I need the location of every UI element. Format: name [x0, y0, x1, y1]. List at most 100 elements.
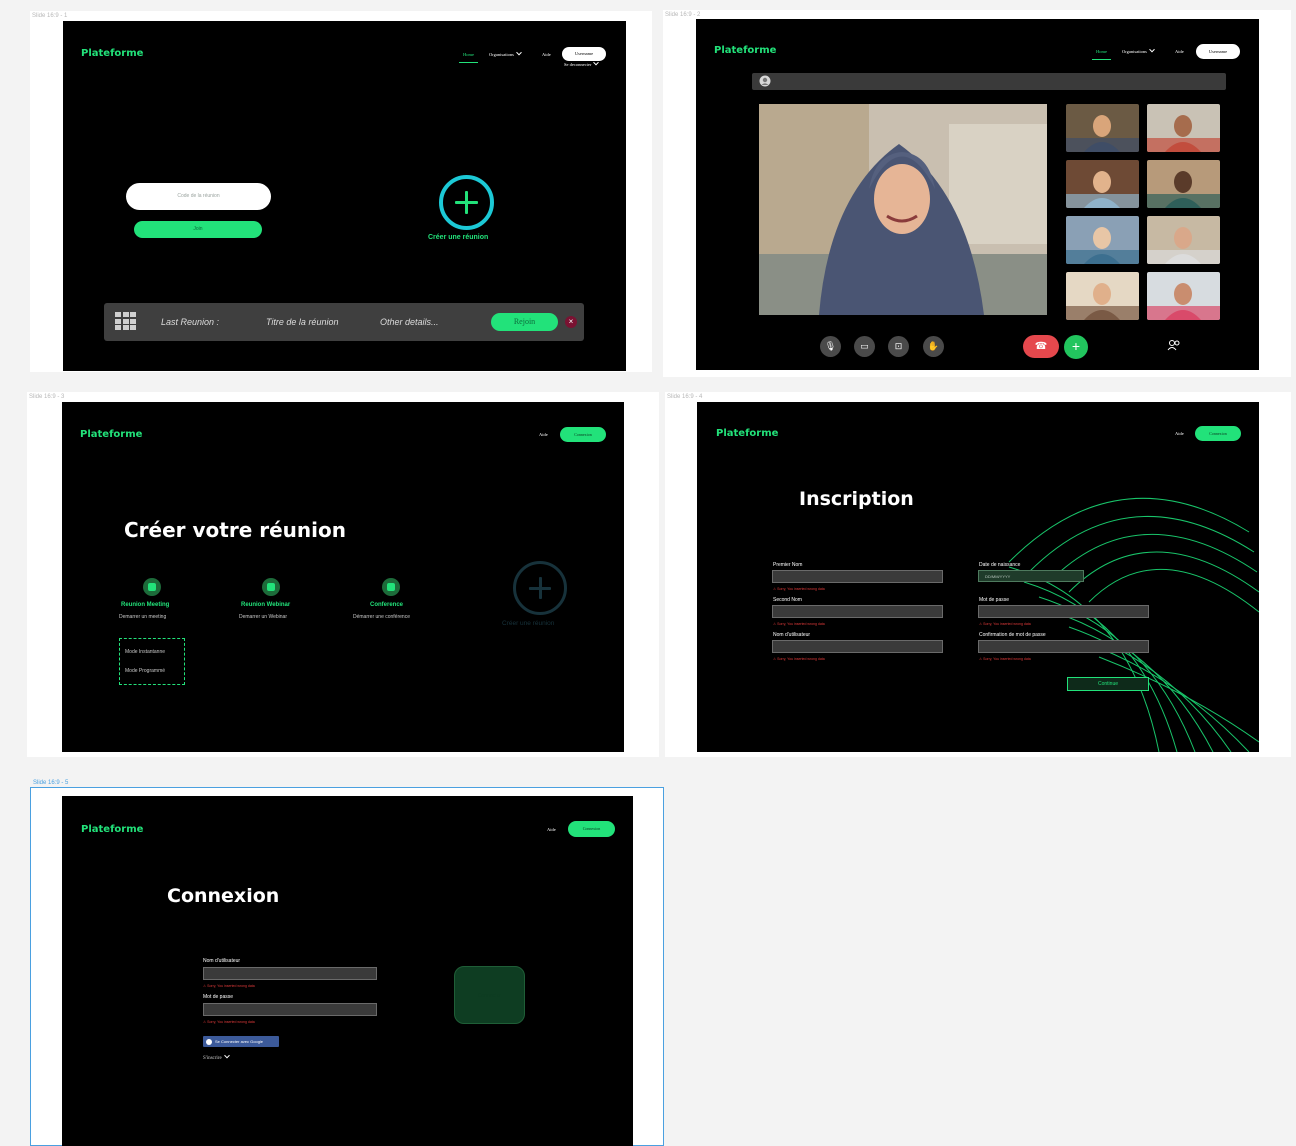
option-title[interactable]: Reunion Meeting [121, 602, 169, 608]
nav-help[interactable]: Aide [1175, 49, 1184, 54]
participant-tile[interactable] [1066, 160, 1139, 208]
meeting-code-input[interactable]: Code de la réunion [126, 183, 271, 210]
slide-card-call: Slide 16:9 - 2 Plateforme Home Organisat… [663, 10, 1291, 377]
birth-date-input[interactable]: DD/MM/YYYY [978, 570, 1084, 582]
slide-label: Slide 16:9 - 5 [33, 780, 69, 786]
apps-grid-icon[interactable] [115, 312, 136, 330]
conference-option-icon[interactable] [382, 578, 400, 596]
participant-tile[interactable] [1147, 104, 1220, 152]
mode-selector: Mode Instantanne Mode Programmé [119, 638, 185, 685]
slide-card-home: Slide 16:9 - 1 Plateforme Home Organisat… [30, 11, 652, 372]
connect-button[interactable]: Connexion [568, 821, 615, 837]
option-title[interactable]: Conference [370, 602, 403, 608]
brand-logo[interactable]: Plateforme [81, 48, 143, 59]
google-icon [206, 1038, 212, 1045]
option-subtitle: Demarrer un Webinar [239, 614, 287, 620]
connect-button[interactable]: Connexion [560, 427, 606, 442]
nav-organisations[interactable]: Organisations [489, 49, 522, 57]
screen-share-icon[interactable]: ⊡ [888, 336, 909, 357]
nav-home[interactable]: Home [1096, 49, 1107, 54]
page-title: Connexion [167, 885, 280, 907]
username-label: Nom d'utilisateur [773, 632, 811, 638]
mode-scheduled[interactable]: Mode Programmé [125, 668, 165, 674]
slide-card-login: Slide 16:9 - 5 Plateforme Aide Connexion… [30, 780, 664, 1146]
participant-tile[interactable] [1066, 272, 1139, 320]
create-meeting-icon[interactable] [439, 175, 494, 230]
brand-logo[interactable]: Plateforme [716, 428, 778, 439]
end-call-button[interactable]: ☎ [1023, 335, 1059, 358]
slide-label: Slide 16:9 - 2 [665, 12, 701, 18]
add-participant-button[interactable]: + [1064, 335, 1088, 359]
password-error: ⚠ Sorry, You inserted wrong data [203, 1020, 255, 1024]
confirm-password-input[interactable] [978, 640, 1149, 653]
username-error: ⚠ Sorry, You inserted wrong data [203, 984, 255, 988]
submit-button[interactable]: Connecter [454, 966, 525, 1024]
first-name-input[interactable] [772, 570, 943, 583]
chevron-down-icon [223, 1052, 230, 1059]
brand-logo[interactable]: Plateforme [80, 429, 142, 440]
participant-tile[interactable] [1147, 160, 1220, 208]
username-input[interactable] [203, 967, 377, 980]
password-input[interactable] [203, 1003, 377, 1016]
home-screen: Plateforme Home Organisations Aide Usern… [63, 21, 626, 371]
brand-logo[interactable]: Plateforme [81, 824, 143, 835]
participant-tile[interactable] [1147, 216, 1220, 264]
participant-tile[interactable] [1147, 272, 1220, 320]
close-icon[interactable]: × [565, 316, 577, 328]
nav-help[interactable]: Aide [542, 52, 551, 57]
rejoin-button[interactable]: Rejoin [491, 313, 558, 331]
participant-tile[interactable] [1066, 216, 1139, 264]
google-signin-button[interactable]: Se Connecter avec Google [203, 1036, 279, 1047]
microphone-icon[interactable]: 🎙 [820, 336, 841, 357]
username-input[interactable] [772, 640, 943, 653]
password-label: Mot de passe [979, 597, 1010, 603]
brand-logo[interactable]: Plateforme [714, 45, 776, 56]
page-title: Inscription [799, 488, 914, 510]
logout-link[interactable]: Se deconnecter [564, 59, 600, 67]
create-meeting-label[interactable]: Créer une réunion [428, 234, 488, 241]
username-button[interactable]: Username [562, 47, 606, 61]
nav-home[interactable]: Home [463, 52, 474, 57]
participants-icon[interactable] [1167, 339, 1181, 351]
webinar-option-icon[interactable] [262, 578, 280, 596]
second-name-label: Second Nom [773, 597, 802, 603]
register-link[interactable]: S'inscrire [203, 1052, 230, 1061]
participant-tile[interactable] [1066, 104, 1139, 152]
participant-grid [1066, 104, 1221, 324]
birth-date-label: Date de naissance [979, 562, 1021, 568]
last-meeting-title: Titre de la réunion [266, 317, 339, 327]
second-name-input[interactable] [772, 605, 943, 618]
avatar-icon[interactable] [759, 75, 771, 87]
meeting-option-icon[interactable] [143, 578, 161, 596]
nav-help[interactable]: Aide [539, 432, 548, 437]
slide-label: Slide 16:9 - 4 [667, 394, 703, 400]
page-title: Créer votre réunion [124, 518, 346, 542]
password-error: ⚠ Sorry, You inserted wrong data [979, 622, 1031, 626]
first-name-error: ⚠ Sorry, You inserted wrong data [773, 587, 825, 591]
mode-instant[interactable]: Mode Instantanne [125, 649, 165, 655]
chevron-down-icon [516, 49, 522, 56]
continue-button[interactable]: Continue [1067, 677, 1149, 691]
main-speaker-video [759, 104, 1047, 315]
nav-help[interactable]: Aide [547, 827, 556, 832]
nav-organisations[interactable]: Organisations [1122, 46, 1155, 54]
nav-help[interactable]: Aide [1175, 431, 1184, 436]
call-top-bar [752, 73, 1226, 90]
signup-screen: Plateforme Aide Connexion Inscription Pr… [697, 402, 1259, 752]
chevron-down-icon [1149, 46, 1155, 53]
call-screen: Plateforme Home Organisations Aide Usern… [696, 19, 1259, 370]
option-title[interactable]: Reunion Webinar [241, 602, 290, 608]
create-meeting-icon[interactable] [513, 561, 567, 615]
camera-icon[interactable]: ▭ [854, 336, 875, 357]
option-subtitle: Demarrer un meeting [119, 614, 167, 620]
confirm-password-label: Confirmation de mot de passe [979, 632, 1046, 638]
connect-button[interactable]: Connexion [1195, 426, 1241, 441]
raise-hand-icon[interactable]: ✋ [923, 336, 944, 357]
password-input[interactable] [978, 605, 1149, 618]
join-button[interactable]: Join [134, 221, 262, 238]
slide-label: Slide 16:9 - 1 [32, 13, 68, 19]
last-meeting-details: Other details... [380, 317, 439, 327]
slide-card-create: Slide 16:9 - 3 Plateforme Aide Connexion… [27, 392, 659, 757]
username-button[interactable]: Username [1196, 44, 1240, 59]
create-meeting-label[interactable]: Créer une réunion [502, 620, 554, 627]
